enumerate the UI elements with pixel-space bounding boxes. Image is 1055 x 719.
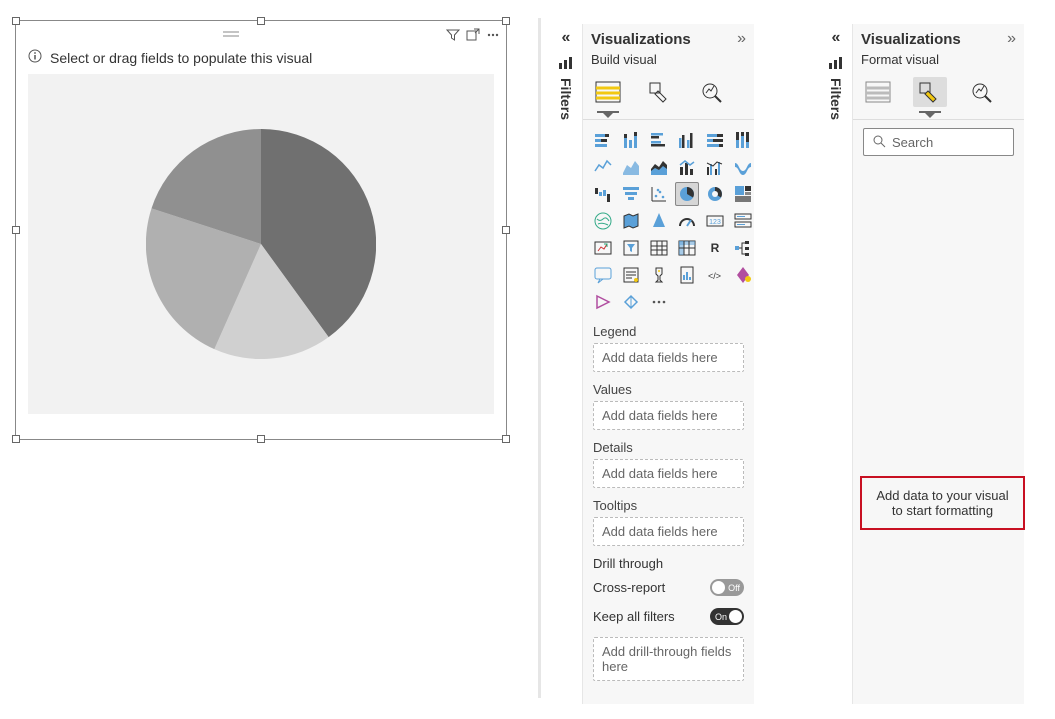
analytics-tab[interactable] [965, 77, 999, 107]
paginated-report-icon[interactable] [675, 263, 699, 287]
clustered-column-chart-icon[interactable] [675, 128, 699, 152]
chevron-left-icon: « [832, 30, 841, 46]
values-well[interactable]: Add data fields here [593, 401, 744, 430]
donut-chart-icon[interactable] [703, 182, 727, 206]
gauge-icon[interactable] [675, 209, 699, 233]
filter-icon[interactable] [446, 28, 460, 42]
resize-handle[interactable] [12, 17, 20, 25]
build-visual-tab[interactable] [591, 77, 625, 107]
info-icon [28, 49, 42, 66]
line-stacked-column-icon[interactable] [675, 155, 699, 179]
svg-text:R: R [711, 241, 720, 255]
more-options-icon[interactable] [486, 28, 500, 42]
resize-handle[interactable] [12, 435, 20, 443]
treemap-icon[interactable] [731, 182, 755, 206]
drill-through-well[interactable]: Add drill-through fields here [593, 637, 744, 681]
scatter-chart-icon[interactable] [647, 182, 671, 206]
tooltips-well[interactable]: Add data fields here [593, 517, 744, 546]
details-well[interactable]: Add data fields here [593, 459, 744, 488]
drag-handle-icon[interactable] [22, 30, 440, 40]
resize-handle[interactable] [502, 435, 510, 443]
get-more-visuals-icon[interactable] [619, 290, 643, 314]
power-apps-icon[interactable] [731, 263, 755, 287]
chart-placeholder [28, 74, 494, 414]
line-chart-icon[interactable] [591, 155, 615, 179]
values-well-label: Values [583, 372, 754, 401]
legend-well[interactable]: Add data fields here [593, 343, 744, 372]
collapse-panel-icon[interactable]: » [1007, 30, 1016, 48]
collapse-panel-icon[interactable]: » [737, 30, 746, 48]
visualization-gallery: 123 R </> [583, 128, 754, 314]
table-icon[interactable] [647, 236, 671, 260]
panel-title: Visualizations [591, 31, 691, 48]
matrix-icon[interactable] [675, 236, 699, 260]
filled-map-icon[interactable] [619, 209, 643, 233]
visual-hint-text: Select or drag fields to populate this v… [50, 50, 312, 66]
filters-icon [558, 56, 574, 70]
format-search-input[interactable]: Search [863, 128, 1014, 156]
panel-title: Visualizations [861, 31, 961, 48]
slicer-icon[interactable] [619, 236, 643, 260]
legend-well-label: Legend [583, 314, 754, 343]
ribbon-chart-icon[interactable] [731, 155, 755, 179]
stacked-bar-chart-icon[interactable] [591, 128, 615, 152]
decomposition-tree-icon[interactable] [731, 236, 755, 260]
python-visual-icon[interactable]: </> [703, 263, 727, 287]
details-well-label: Details [583, 430, 754, 459]
svg-text:123: 123 [709, 219, 721, 226]
format-visual-tab[interactable] [913, 77, 947, 107]
filters-label: Filters [558, 78, 574, 120]
hundred-stacked-column-icon[interactable] [731, 128, 755, 152]
analytics-tab[interactable] [695, 77, 729, 107]
focus-mode-icon[interactable] [466, 28, 480, 42]
waterfall-chart-icon[interactable] [591, 182, 615, 206]
tooltips-well-label: Tooltips [583, 488, 754, 517]
pie-chart-icon[interactable] [675, 182, 699, 206]
visual-container[interactable]: Select or drag fields to populate this v… [15, 20, 507, 440]
drill-through-heading: Drill through [583, 546, 754, 573]
format-visual-tab[interactable] [643, 77, 677, 107]
smart-narrative-icon[interactable] [619, 263, 643, 287]
map-icon[interactable] [591, 209, 615, 233]
hundred-stacked-bar-icon[interactable] [703, 128, 727, 152]
clustered-bar-chart-icon[interactable] [647, 128, 671, 152]
svg-text:</>: </> [708, 271, 721, 281]
search-placeholder: Search [892, 135, 933, 150]
resize-handle[interactable] [257, 435, 265, 443]
visualizations-panel-build: Visualizations » Build visual [582, 24, 754, 704]
filters-pane-collapsed[interactable]: « Filters [554, 30, 578, 120]
stacked-area-chart-icon[interactable] [647, 155, 671, 179]
cross-report-toggle[interactable]: Off [710, 579, 744, 596]
line-clustered-column-icon[interactable] [703, 155, 727, 179]
funnel-chart-icon[interactable] [619, 182, 643, 206]
power-automate-icon[interactable] [591, 290, 615, 314]
kpi-icon[interactable] [591, 236, 615, 260]
filters-icon [828, 56, 844, 70]
area-chart-icon[interactable] [619, 155, 643, 179]
more-visuals-icon[interactable] [647, 290, 671, 314]
resize-handle[interactable] [502, 226, 510, 234]
panel-subtitle: Format visual [853, 50, 1024, 73]
key-influencers-icon[interactable] [647, 263, 671, 287]
r-visual-icon[interactable]: R [703, 236, 727, 260]
resize-handle[interactable] [257, 17, 265, 25]
search-icon [872, 134, 886, 151]
keep-all-filters-toggle[interactable]: On [710, 608, 744, 625]
keep-all-filters-label: Keep all filters [593, 609, 675, 624]
visualizations-panel-format: Visualizations » Format visual Search [852, 24, 1024, 704]
resize-handle[interactable] [502, 17, 510, 25]
filters-label: Filters [828, 78, 844, 120]
chevron-left-icon: « [562, 30, 571, 46]
card-icon[interactable]: 123 [703, 209, 727, 233]
build-visual-tab[interactable] [861, 77, 895, 107]
format-empty-state: Add data to your visual to start formatt… [860, 476, 1025, 530]
filters-pane-collapsed-2[interactable]: « Filters [824, 30, 848, 120]
panel-subtitle: Build visual [583, 50, 754, 73]
q-and-a-icon[interactable] [591, 263, 615, 287]
cross-report-label: Cross-report [593, 580, 665, 595]
stacked-column-chart-icon[interactable] [619, 128, 643, 152]
multirow-card-icon[interactable] [731, 209, 755, 233]
azure-map-icon[interactable] [647, 209, 671, 233]
resize-handle[interactable] [12, 226, 20, 234]
